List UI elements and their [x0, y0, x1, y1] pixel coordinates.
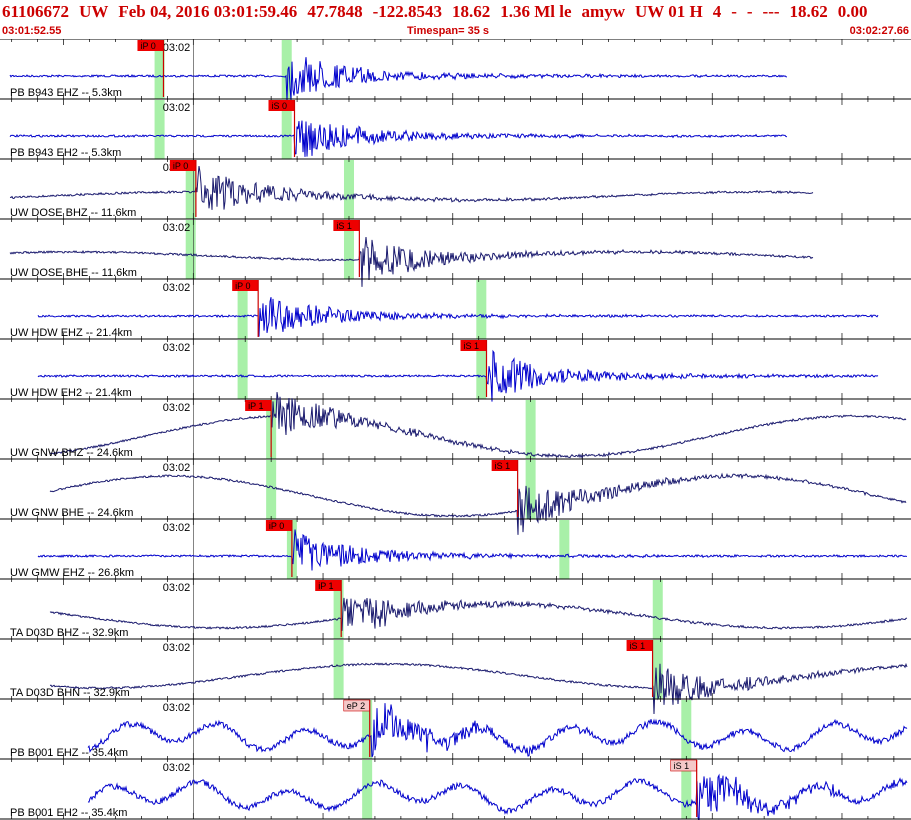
title-part: -122.8543 — [372, 2, 442, 21]
title-part: 1.36 Ml le — [500, 2, 572, 21]
end-time: 03:02:27.66 — [849, 25, 909, 37]
minute-tick-label: 03:02 — [163, 402, 191, 414]
channel-row: 03:02 iS 1 TA D03D BHN -- 32.9km — [0, 638, 911, 715]
title-part: 0.00 — [837, 2, 868, 21]
waveform-trace — [37, 529, 908, 571]
title-part: UW 01 H — [634, 2, 703, 21]
minute-tick-label: 03:02 — [163, 522, 191, 534]
title-part: 61106672 — [2, 2, 70, 21]
pick-label: iP 1 — [248, 401, 263, 411]
channel-row: 03:02 iS 1 PB B001 EH2 -- 35.4km — [0, 758, 911, 820]
title-part: - — [731, 2, 737, 21]
pick-label: iS 0 — [271, 101, 287, 111]
channel-row: 03:02 iS 1 UW DOSE BHE -- 11.6km — [0, 218, 911, 287]
pick-window — [559, 520, 570, 579]
pick-window — [476, 280, 487, 339]
minute-tick-label: 03:02 — [163, 642, 191, 654]
timespan-label: Timespan= 35 s — [407, 25, 490, 37]
pick-label: iS 1 — [630, 641, 646, 651]
waveform-trace — [9, 120, 788, 157]
station-label: PB B943 EHZ -- 5.3km — [10, 87, 122, 99]
pick-window — [652, 580, 663, 639]
station-label: UW GNW BHZ -- 24.6km — [10, 447, 133, 459]
station-label: UW HDW EH2 -- 21.4km — [10, 387, 132, 399]
title-part: 47.7848 — [307, 2, 363, 21]
waveform-trace — [37, 349, 879, 402]
minute-tick-label: 03:02 — [163, 762, 191, 774]
channel-row: 03:02 iS 0 PB B943 EH2 -- 5.3km — [0, 98, 911, 159]
waveform-trace — [9, 57, 788, 102]
start-time: 03:01:52.55 — [2, 25, 62, 37]
pick-label: iP 0 — [235, 281, 250, 291]
channel-row: 03:02 iP 0 UW GMW EHZ -- 26.8km — [0, 518, 911, 579]
minute-tick-label: 03:02 — [163, 222, 191, 234]
pick-window — [681, 700, 692, 759]
station-label: UW GMW EHZ -- 26.8km — [10, 567, 134, 579]
pick-label: iS 1 — [336, 221, 352, 231]
pick-label: iP 0 — [173, 161, 188, 171]
pick-label: iP 1 — [318, 581, 333, 591]
pick-label: iS 1 — [495, 461, 511, 471]
pick-window — [333, 640, 344, 699]
minute-tick-label: 03:02 — [163, 702, 191, 714]
channel-row: 03:02 iS 1 UW HDW EH2 -- 21.4km — [0, 338, 911, 402]
station-label: PB B001 EHZ -- 35.4km — [10, 747, 128, 759]
waveform-trace — [49, 597, 908, 631]
station-label: PB B001 EH2 -- 35.4km — [10, 807, 127, 819]
pick-label: eP 2 — [347, 701, 365, 711]
pick-window — [237, 340, 248, 399]
channel-row: 03:02 iS 1 UW GNW BHE -- 24.6km — [0, 458, 911, 535]
channel-row: 03:02 iP 0 UW HDW EHZ -- 21.4km — [0, 278, 911, 339]
minute-tick-label: 03:02 — [163, 42, 191, 54]
title-part: UW — [79, 2, 109, 21]
header-bar: 61106672 UW Feb 04, 2016 03:01:59.46 47.784… — [0, 0, 911, 40]
station-label: PB B943 EH2 -- 5.3km — [10, 147, 121, 159]
minute-tick-label: 03:02 — [163, 102, 191, 114]
minute-tick-label: 03:02 — [163, 282, 191, 294]
waveform-trace — [9, 166, 814, 210]
station-label: TA D03D BHN -- 32.9km — [10, 687, 130, 699]
title-part: - — [746, 2, 753, 21]
station-label: TA D03D BHZ -- 32.9km — [10, 627, 128, 639]
event-title: 61106672 UW Feb 04, 2016 03:01:59.46 47.784… — [2, 2, 878, 22]
minute-tick-label: 03:02 — [163, 462, 191, 474]
seismogram-panel[interactable]: 03:02 iP 0 PB B943 EHZ -- 5.3km 03:02 iS 0 PB… — [0, 39, 911, 820]
station-label: UW DOSE BHE -- 11.6km — [10, 267, 137, 279]
pick-label: iS 1 — [674, 761, 690, 771]
pick-window — [343, 160, 354, 219]
channel-row: 03:02 iP 1 UW GNW BHZ -- 24.6km — [0, 392, 911, 459]
pick-label: iP 0 — [269, 521, 284, 531]
minute-tick-label: 03:02 — [163, 582, 191, 594]
title-part: --- — [762, 2, 780, 21]
waveform-trace — [37, 297, 879, 337]
channel-row: 03:02 eP 2 PB B001 EHZ -- 35.4km — [0, 698, 911, 759]
minute-tick-label: 03:02 — [163, 342, 191, 354]
title-part: 4 — [712, 2, 722, 21]
waveform-trace — [87, 703, 908, 758]
pick-label: iP 0 — [140, 41, 155, 51]
waveform-trace — [87, 773, 908, 820]
channel-row: 03:02iP 0UW DOSE BHZ -- 11.6km — [0, 158, 911, 219]
pick-window — [266, 460, 277, 519]
station-label: UW GNW BHE -- 24.6km — [10, 507, 133, 519]
title-part: amyw — [581, 2, 625, 21]
channel-row: 03:02 iP 1 TA D03D BHZ -- 32.9km — [0, 578, 911, 639]
title-part: Feb 04, 2016 03:01:59.46 — [118, 2, 298, 21]
channel-row: 03:02 iP 0 PB B943 EHZ -- 5.3km — [0, 39, 911, 102]
pick-window — [525, 400, 536, 459]
station-label: UW HDW EHZ -- 21.4km — [10, 327, 132, 339]
pick-label: iS 1 — [464, 341, 480, 351]
station-label: UW DOSE BHZ -- 11.6km — [10, 207, 136, 219]
pick-window — [362, 760, 373, 819]
title-part: 18.62 — [789, 2, 828, 21]
title-part: 18.62 — [451, 2, 491, 21]
